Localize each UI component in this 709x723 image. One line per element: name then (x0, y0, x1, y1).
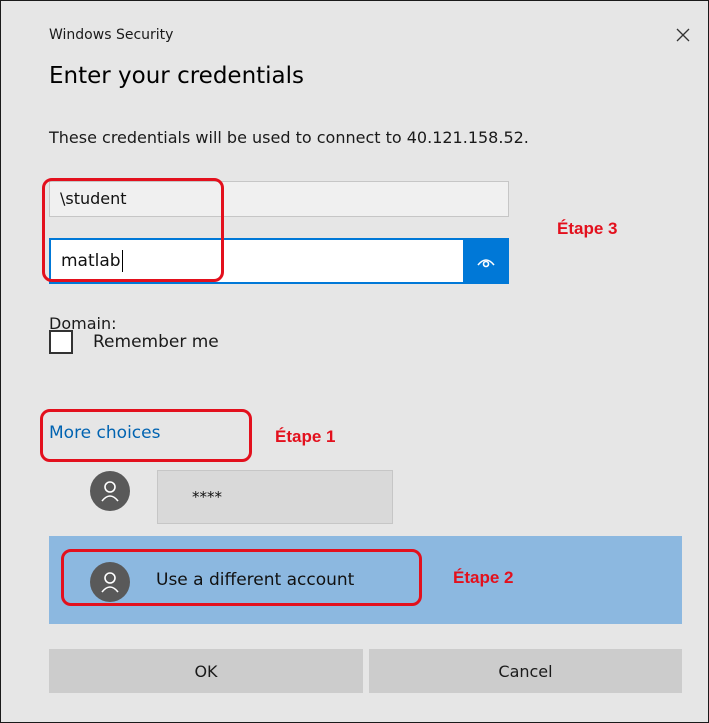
more-choices-link[interactable]: More choices (49, 423, 160, 443)
remember-me-checkbox[interactable] (49, 330, 73, 354)
remember-me-label: Remember me (93, 332, 219, 352)
text-caret (121, 250, 123, 272)
close-button[interactable] (665, 19, 701, 51)
password-field[interactable]: matlab (49, 238, 463, 284)
close-icon (676, 28, 690, 42)
dialog-heading: Enter your credentials (49, 63, 305, 89)
eye-icon (477, 259, 495, 268)
step3-annotation: Étape 3 (557, 219, 618, 238)
credentials-dialog: Windows Security Enter your credentials … (0, 0, 709, 723)
username-field[interactable]: \student (49, 181, 509, 217)
password-value: matlab (61, 251, 121, 271)
window-title: Windows Security (49, 27, 174, 43)
use-different-account-row[interactable] (49, 536, 682, 624)
step1-annotation: Étape 1 (275, 427, 336, 446)
cancel-button[interactable]: Cancel (369, 649, 682, 693)
use-different-account-label: Use a different account (156, 570, 355, 590)
user-icon (90, 471, 130, 511)
saved-account-tile[interactable]: **** (157, 470, 393, 524)
remember-me-option[interactable]: Remember me (49, 329, 219, 355)
ok-button[interactable]: OK (49, 649, 363, 693)
user-icon (90, 562, 130, 602)
reveal-password-button[interactable] (463, 238, 509, 284)
step2-annotation: Étape 2 (453, 568, 514, 587)
dialog-description: These credentials will be used to connec… (49, 128, 529, 147)
